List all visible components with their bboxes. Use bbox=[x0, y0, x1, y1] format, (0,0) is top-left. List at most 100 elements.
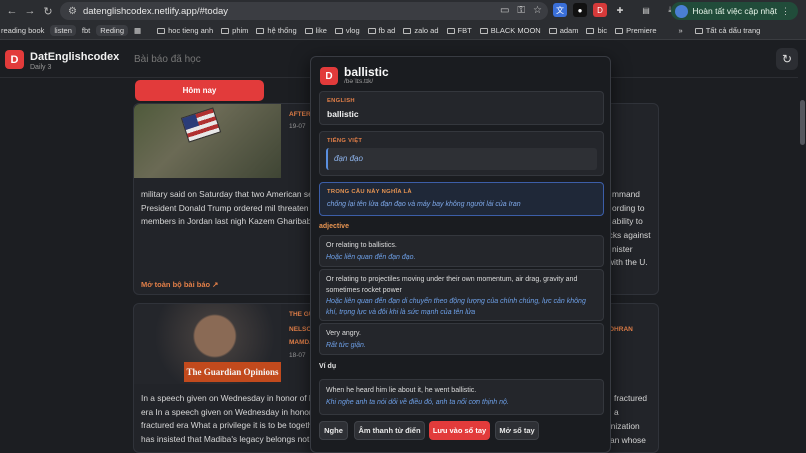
extension-icon-dark[interactable]: ● bbox=[573, 3, 587, 17]
bookmark-folder[interactable]: adam bbox=[545, 26, 583, 35]
definition-en: Or relating to ballistics. bbox=[326, 242, 397, 249]
definition-item: Or relating to projectiles moving under … bbox=[319, 269, 604, 321]
install-icon[interactable]: ▭ bbox=[500, 5, 509, 16]
address-bar[interactable]: ⚙ datenglishcodex.netlify.app/#today ▭ ⚿… bbox=[60, 2, 548, 20]
definition-item: Or relating to ballistics. Hoặc liên qua… bbox=[319, 235, 604, 267]
definition-item: Very angry. Rất tức giận. bbox=[319, 323, 604, 355]
forward-icon[interactable]: → bbox=[21, 2, 39, 20]
bookmark-item[interactable]: listen bbox=[50, 25, 76, 36]
folder-icon bbox=[446, 27, 455, 34]
example-en: When he heard him lie about it, he went … bbox=[326, 387, 477, 394]
article-excerpt-fragment: mmand bbox=[612, 189, 640, 199]
vietnamese-value: đạn đạo bbox=[334, 154, 363, 163]
folder-icon bbox=[403, 27, 412, 34]
vietnamese-value-field: đạn đạo bbox=[326, 148, 597, 170]
app-title: DatEnglishcodex bbox=[30, 51, 120, 63]
folder-icon bbox=[256, 27, 265, 34]
article-tag: OHRAN bbox=[609, 326, 633, 333]
article-tag: AFTER bbox=[289, 111, 311, 118]
bookmark-folder[interactable]: BLACK MOON bbox=[476, 26, 545, 35]
update-button[interactable]: Hoàn tất việc cập nhật ⋮ bbox=[671, 2, 798, 20]
page-scrollbar[interactable] bbox=[798, 40, 806, 453]
example-box: When he heard him lie about it, he went … bbox=[319, 379, 604, 415]
folder-icon bbox=[334, 27, 343, 34]
avatar bbox=[675, 4, 689, 18]
save-to-notebook-button[interactable]: Lưu vào sổ tay bbox=[429, 421, 490, 440]
definition-vi: Rất tức giận. bbox=[326, 342, 366, 349]
extensions-puzzle-icon[interactable]: ✚ bbox=[613, 3, 627, 17]
bookmark-star-icon[interactable]: ☆ bbox=[533, 5, 542, 16]
bookmark-folder[interactable]: fb ad bbox=[364, 26, 400, 35]
pronunciation: /bəˈlɪs.tɪk/ bbox=[344, 78, 374, 85]
folder-icon bbox=[615, 27, 624, 34]
context-value: chống lại tên lửa đạn đạo và máy bay khô… bbox=[327, 201, 521, 208]
today-button[interactable]: Hôm nay bbox=[135, 80, 264, 101]
bookmark-folder[interactable]: like bbox=[301, 26, 331, 35]
bookmark-item[interactable]: reading book bbox=[0, 26, 48, 35]
headword: ballistic bbox=[344, 65, 389, 79]
bookmark-folder[interactable]: FBT bbox=[443, 26, 476, 35]
article-excerpt-fragment: an whose bbox=[610, 435, 646, 445]
definition-en: Very angry. bbox=[326, 330, 361, 337]
folder-icon bbox=[548, 27, 557, 34]
english-label: ENGLISH bbox=[327, 98, 355, 104]
vietnamese-label: TIẾNG VIỆT bbox=[327, 138, 363, 144]
bookmark-folder[interactable]: zalo ad bbox=[399, 26, 442, 35]
part-of-speech: adjective bbox=[319, 223, 349, 230]
guardian-opinions-badge: The Guardian Opinions bbox=[184, 362, 281, 382]
english-value: ballistic bbox=[327, 109, 359, 119]
all-bookmarks[interactable]: Tất cả dấu trang bbox=[691, 26, 765, 35]
definition-vi: Hoặc liên quan đến đạn đạo. bbox=[326, 254, 416, 261]
folder-icon bbox=[586, 27, 595, 34]
article-date: 18-07 bbox=[289, 352, 306, 359]
open-article-link[interactable]: Mở toàn bộ bài báo ↗ bbox=[141, 280, 218, 289]
article-excerpt: In a speech given on Wednesday in honor … bbox=[141, 393, 320, 444]
bookmark-folder[interactable]: phim bbox=[217, 26, 252, 35]
app-subtitle: Daily 3 bbox=[30, 64, 52, 71]
site-info-icon[interactable]: ⚙ bbox=[68, 6, 77, 17]
tab-search-icon[interactable]: ▤ bbox=[639, 3, 653, 17]
bookmarks-bar: reading book listen fbt Reding ▦ hoc tie… bbox=[0, 22, 806, 40]
bookmark-folder[interactable]: hoc tieng anh bbox=[153, 26, 217, 35]
scrollbar-thumb[interactable] bbox=[800, 100, 805, 145]
context-meaning-box: TRONG CÂU NÀY NGHĨA LÀ chống lại tên lửa… bbox=[319, 182, 604, 216]
translate-extension-icon[interactable]: 文 bbox=[553, 3, 567, 17]
update-label: Hoàn tất việc cập nhật bbox=[692, 6, 777, 16]
password-key-icon[interactable]: ⚿ bbox=[517, 5, 525, 16]
article-excerpt-fragment: ording to bbox=[612, 203, 645, 213]
english-box: ENGLISH ballistic bbox=[319, 91, 604, 125]
open-notebook-button[interactable]: Mở sổ tay bbox=[495, 421, 539, 440]
folder-icon bbox=[157, 27, 166, 34]
folder-icon bbox=[304, 27, 313, 34]
article-excerpt-fragment: fractured bbox=[614, 393, 648, 403]
example-label: Ví dụ bbox=[319, 363, 337, 370]
dictionary-audio-button[interactable]: Âm thanh từ điển bbox=[354, 421, 425, 440]
bookmarks-overflow-icon[interactable]: » bbox=[675, 26, 687, 35]
vietnamese-box: TIẾNG VIỆT đạn đạo bbox=[319, 131, 604, 176]
apps-grid-icon[interactable]: ▦ bbox=[130, 26, 145, 35]
back-icon[interactable]: ← bbox=[3, 2, 21, 20]
extension-icon-red[interactable]: D bbox=[593, 3, 607, 17]
more-menu-icon[interactable]: ⋮ bbox=[781, 6, 790, 17]
article-thumbnail bbox=[134, 104, 281, 178]
url-text: datenglishcodex.netlify.app/#today bbox=[82, 5, 229, 17]
article-tag: NELSO bbox=[289, 326, 312, 333]
bookmark-item[interactable]: fbt bbox=[78, 26, 94, 35]
article-excerpt-fragment: ability to bbox=[612, 216, 643, 226]
bookmark-folder[interactable]: vlog bbox=[331, 26, 364, 35]
bookmark-folder[interactable]: Premiere bbox=[611, 26, 660, 35]
app-logo: D bbox=[5, 50, 24, 69]
article-excerpt-fragment: with the U. bbox=[608, 257, 648, 267]
bookmark-folder[interactable]: hệ thống bbox=[252, 26, 300, 35]
article-date: 19-07 bbox=[289, 123, 306, 130]
refresh-button[interactable]: ↻ bbox=[776, 48, 798, 70]
article-excerpt-fragment: nister bbox=[612, 244, 633, 254]
bookmark-folder[interactable]: bic bbox=[582, 26, 611, 35]
bookmark-item[interactable]: Reding bbox=[96, 25, 129, 36]
listen-button[interactable]: Nghe bbox=[319, 421, 348, 440]
reload-icon[interactable]: ↻ bbox=[39, 2, 57, 20]
flag-patch-image bbox=[180, 107, 222, 143]
example-vi: Khi nghe anh ta nói dối về điều đó, anh … bbox=[326, 399, 509, 406]
popup-logo: D bbox=[320, 67, 338, 85]
article-thumbnail: The Guardian Opinions bbox=[134, 304, 281, 384]
